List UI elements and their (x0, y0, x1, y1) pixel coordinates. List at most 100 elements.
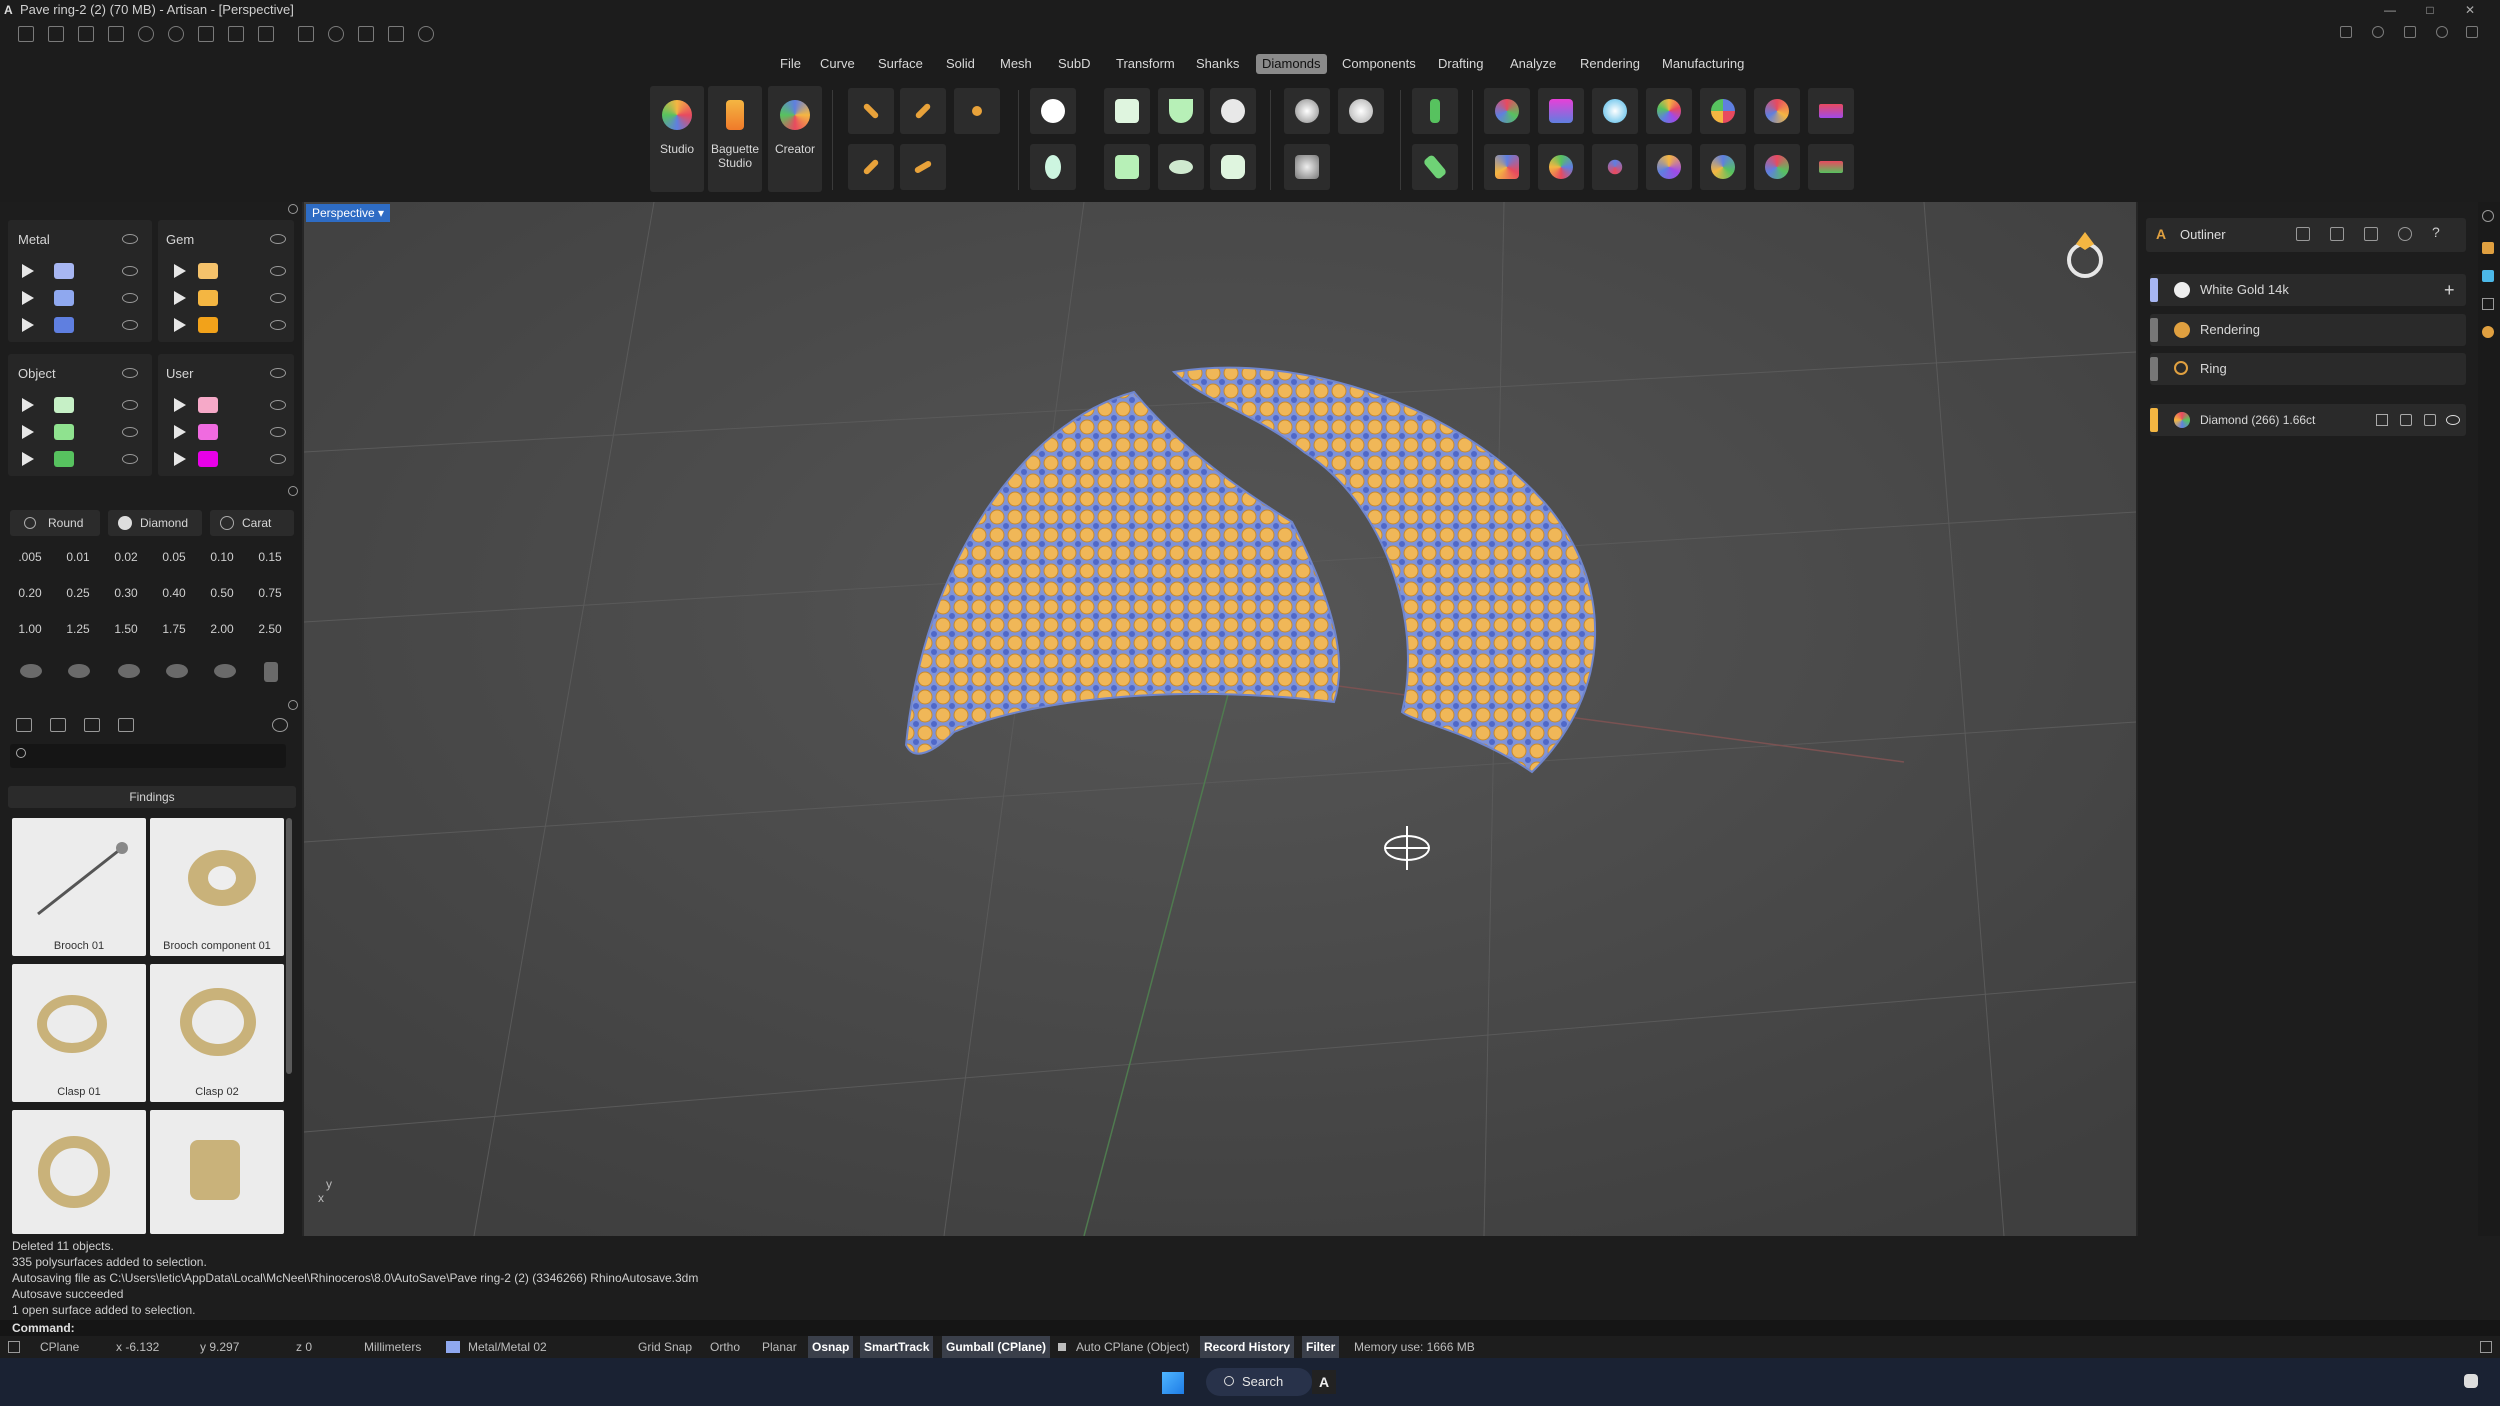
settings-icon[interactable] (418, 26, 434, 42)
play-icon[interactable] (22, 291, 34, 305)
layers-tab-icon[interactable] (2482, 298, 2494, 310)
user-swatch-1[interactable] (198, 397, 218, 413)
prong-edit-button[interactable] (1412, 144, 1458, 190)
gem-size-button[interactable]: 0.01 (56, 542, 100, 572)
gem-size-button[interactable]: 1.50 (104, 614, 148, 644)
gem-pie-button[interactable] (1700, 88, 1746, 134)
gem-pattern-button[interactable] (954, 88, 1000, 134)
library-item-clasp-03[interactable] (12, 1110, 146, 1234)
save-icon[interactable] (198, 26, 214, 42)
add-folder-icon[interactable] (16, 718, 32, 732)
maximize-button[interactable]: □ (2412, 0, 2448, 20)
play-icon[interactable] (174, 398, 186, 412)
menu-surface[interactable]: Surface (872, 54, 929, 74)
prong-setting-button[interactable] (1210, 88, 1256, 134)
gem-report-button[interactable] (1484, 88, 1530, 134)
eye-icon[interactable] (270, 266, 286, 276)
gem-wheel-button[interactable] (1538, 144, 1584, 190)
gem-shape-button[interactable] (1808, 88, 1854, 134)
eye-icon[interactable] (270, 400, 286, 410)
table-icon[interactable] (2376, 414, 2388, 426)
taskbar-search-button[interactable]: Search (1206, 1368, 1312, 1396)
smarttrack-toggle[interactable]: SmartTrack (860, 1336, 934, 1358)
zoom-icon[interactable] (328, 26, 344, 42)
oval-gem-button[interactable] (1030, 144, 1076, 190)
import-icon[interactable] (298, 26, 314, 42)
filter-toggle[interactable]: Filter (1302, 1336, 1340, 1358)
gem-line-button[interactable] (1592, 144, 1638, 190)
menu-curve[interactable]: Curve (814, 54, 861, 74)
gumball-toggle[interactable]: Gumball (CPlane) (942, 1336, 1051, 1358)
menu-manufacturing[interactable]: Manufacturing (1656, 54, 1750, 74)
library-search-box[interactable] (10, 744, 286, 768)
library-category-selector[interactable]: Findings (8, 786, 296, 808)
open-folder-icon[interactable] (108, 26, 124, 42)
save-all-icon[interactable] (258, 26, 274, 42)
panel-toggle-right-icon[interactable] (2480, 1341, 2492, 1353)
grid-icon[interactable] (388, 26, 404, 42)
gems-between-curves-button[interactable] (900, 88, 946, 134)
gem-merge-button[interactable] (1700, 144, 1746, 190)
play-icon[interactable] (174, 318, 186, 332)
gem-type-selector[interactable]: Diamond (108, 510, 202, 536)
eye-icon[interactable] (122, 454, 138, 464)
options-icon[interactable] (2466, 26, 2478, 38)
auto-cplane-checkbox[interactable] (1058, 1343, 1066, 1351)
gem-swatch-2[interactable] (198, 290, 218, 306)
gem-swatch-3[interactable] (198, 317, 218, 333)
help-icon[interactable]: ? (2432, 224, 2440, 240)
notification-icon[interactable] (2464, 1374, 2478, 1388)
outliner-row-ring[interactable]: Ring (2150, 353, 2466, 385)
menu-subd[interactable]: SubD (1052, 54, 1097, 74)
eye-icon[interactable] (270, 320, 286, 330)
gem-swap-button[interactable] (1754, 144, 1800, 190)
gem-size-button[interactable]: .005 (8, 542, 52, 572)
render-tab-icon[interactable] (2482, 326, 2494, 338)
gems-on-surface-button[interactable] (848, 144, 894, 190)
gem-size-button[interactable]: 0.75 (248, 578, 292, 608)
artisan-tab-icon[interactable] (2482, 242, 2494, 254)
gem-size-button[interactable]: 0.02 (104, 542, 148, 572)
panel-settings-icon[interactable] (2482, 210, 2494, 222)
folder-icon[interactable] (50, 718, 66, 732)
perspective-viewport[interactable]: x y (304, 202, 2136, 1236)
menu-drafting[interactable]: Drafting (1432, 54, 1490, 74)
cluster-setting-button[interactable] (1210, 144, 1256, 190)
play-icon[interactable] (22, 264, 34, 278)
planar-toggle[interactable]: Planar (758, 1336, 801, 1358)
properties-tab-icon[interactable] (2482, 270, 2494, 282)
osnap-toggle[interactable]: Osnap (808, 1336, 854, 1358)
gem-size-button[interactable]: 1.00 (8, 614, 52, 644)
library-settings-icon[interactable] (288, 700, 298, 710)
redo-icon[interactable] (168, 26, 184, 42)
menu-solid[interactable]: Solid (940, 54, 981, 74)
play-icon[interactable] (22, 425, 34, 439)
outliner-row-rendering[interactable]: Rendering (2150, 314, 2466, 346)
menu-mesh[interactable]: Mesh (994, 54, 1038, 74)
gem-select-button[interactable] (1754, 88, 1800, 134)
play-icon[interactable] (22, 318, 34, 332)
eye-icon[interactable] (122, 400, 138, 410)
info-icon[interactable] (2372, 26, 2384, 38)
gem-size-button[interactable]: 2.50 (248, 614, 292, 644)
user-swatch-2[interactable] (198, 424, 218, 440)
prong-add-button[interactable] (1412, 88, 1458, 134)
play-icon[interactable] (22, 398, 34, 412)
library-item-cufflink[interactable] (150, 1110, 284, 1234)
gem-size-button[interactable]: 2.00 (200, 614, 244, 644)
refresh-icon[interactable] (2398, 227, 2412, 241)
menu-file[interactable]: File (774, 54, 807, 74)
gem-spectrum-button[interactable] (1646, 88, 1692, 134)
gem-heart-button[interactable] (1808, 144, 1854, 190)
play-icon[interactable] (174, 291, 186, 305)
ortho-toggle[interactable]: Ortho (706, 1336, 744, 1358)
windows-start-icon[interactable] (1162, 1372, 1184, 1394)
gem-size-button[interactable]: 1.75 (152, 614, 196, 644)
studio-button[interactable]: Studio (650, 86, 704, 192)
eye-icon[interactable] (122, 234, 138, 244)
snap-icon[interactable] (358, 26, 374, 42)
library-grid-icon[interactable] (118, 718, 134, 732)
play-icon[interactable] (174, 425, 186, 439)
open-icon[interactable] (78, 26, 94, 42)
gem-shape-5-icon[interactable] (214, 664, 236, 678)
